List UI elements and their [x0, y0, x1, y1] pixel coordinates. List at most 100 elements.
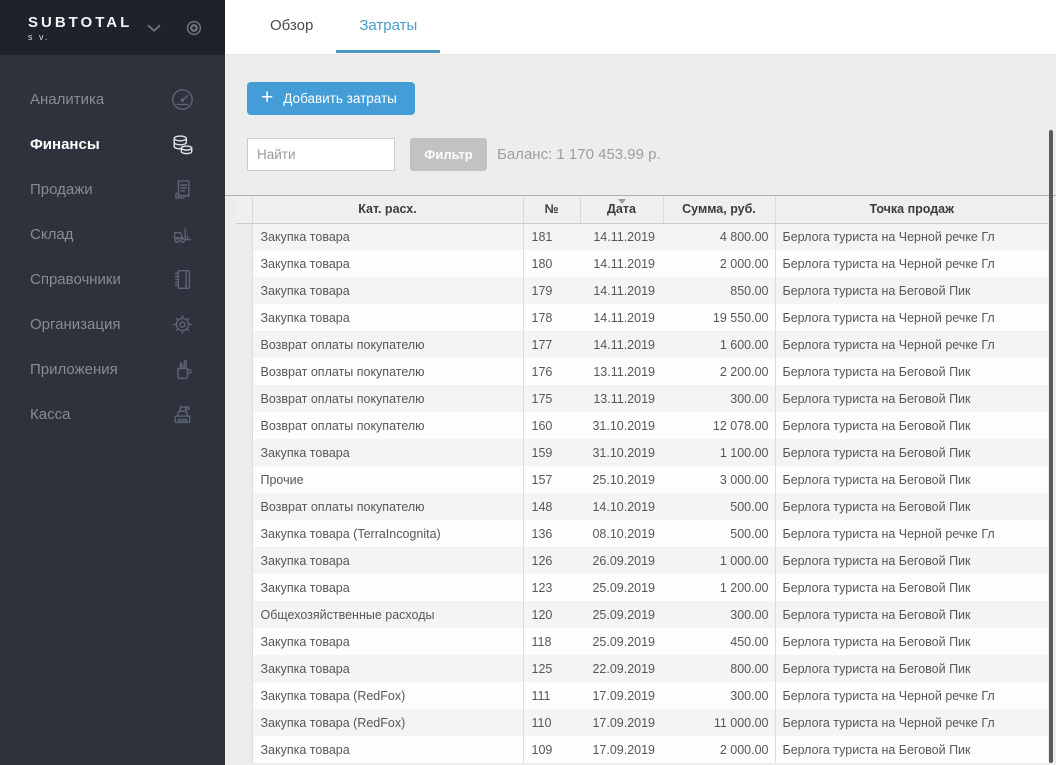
sidebar-item-label: Приложения: [30, 361, 118, 378]
table-row[interactable]: Закупка товара 109 17.09.2019 2 000.00 Берло…: [236, 736, 1048, 763]
vertical-scrollbar[interactable]: [1049, 130, 1053, 763]
cell-cat: Возврат оплаты покупателю: [252, 412, 524, 439]
cell-date: 25.09.2019: [580, 628, 663, 655]
cell-date: 14.11.2019: [580, 331, 663, 358]
cell-num: 160: [523, 412, 580, 439]
target-icon[interactable]: [181, 15, 207, 41]
add-expense-button[interactable]: + Добавить затраты: [247, 82, 415, 115]
table-row[interactable]: Закупка товара 180 14.11.2019 2 000.00 Берло…: [236, 250, 1048, 277]
sidebar-item-label: Касса: [30, 406, 71, 423]
row-gutter-cell: [236, 439, 253, 466]
table-row[interactable]: Прочие 157 25.10.2019 3 000.00 Берлога турис…: [236, 466, 1048, 493]
cell-date: 31.10.2019: [580, 439, 663, 466]
sidebar-item-gauge[interactable]: Аналитика: [0, 77, 225, 122]
cell-cat: Общехозяйственные расходы: [252, 601, 524, 628]
row-gutter-cell: [236, 547, 253, 574]
column-header-date[interactable]: Дата: [580, 196, 664, 224]
cell-cat: Возврат оплаты покупателю: [252, 385, 524, 412]
table-row[interactable]: Закупка товара 123 25.09.2019 1 200.00 Берло…: [236, 574, 1048, 601]
cell-date: 25.09.2019: [580, 601, 663, 628]
table-row[interactable]: Закупка товара (RedFox) 111 17.09.2019 300.…: [236, 682, 1048, 709]
cell-cat: Закупка товара: [252, 736, 524, 763]
cell-sum: 800.00: [663, 655, 776, 682]
cell-num: 148: [523, 493, 580, 520]
table-row[interactable]: Закупка товара 118 25.09.2019 450.00 Берлога…: [236, 628, 1048, 655]
cell-sum: 2 000.00: [663, 250, 776, 277]
cell-cat: Возврат оплаты покупателю: [252, 493, 524, 520]
tab-overview[interactable]: Обзор: [247, 0, 336, 55]
cell-num: 123: [523, 574, 580, 601]
row-gutter-cell: [236, 304, 253, 331]
table-row[interactable]: Возврат оплаты покупателю 160 31.10.2019 12…: [236, 412, 1048, 439]
sidebar-item-gear[interactable]: Организация: [0, 302, 225, 347]
column-header-outlet[interactable]: Точка продаж: [775, 196, 1048, 224]
table-row[interactable]: Закупка товара 181 14.11.2019 4 800.00 Берло…: [236, 223, 1048, 250]
cell-date: 08.10.2019: [580, 520, 663, 547]
cell-outlet: Берлога туриста на Беговой Пик: [775, 493, 1048, 520]
sidebar-item-receipt[interactable]: Продажи: [0, 167, 225, 212]
cell-outlet: Берлога туриста на Беговой Пик: [775, 385, 1048, 412]
cell-date: 17.09.2019: [580, 682, 663, 709]
cell-sum: 3 000.00: [663, 466, 776, 493]
cell-sum: 1 200.00: [663, 574, 776, 601]
table-row[interactable]: Закупка товара 126 26.09.2019 1 000.00 Берло…: [236, 547, 1048, 574]
cell-date: 13.11.2019: [580, 385, 663, 412]
cell-outlet: Берлога туриста на Беговой Пик: [775, 601, 1048, 628]
cell-outlet: Берлога туриста на Черной речке Гл: [775, 682, 1048, 709]
table-row[interactable]: Возврат оплаты покупателю 176 13.11.2019 2 …: [236, 358, 1048, 385]
row-gutter-cell: [236, 331, 253, 358]
table-row[interactable]: Закупка товара 159 31.10.2019 1 100.00 Берло…: [236, 439, 1048, 466]
sidebar-item-coins[interactable]: Финансы: [0, 122, 225, 167]
cell-sum: 1 600.00: [663, 331, 776, 358]
cell-cat: Возврат оплаты покупателю: [252, 331, 524, 358]
sidebar-item-label: Склад: [30, 226, 74, 243]
tab-expenses[interactable]: Затраты: [336, 0, 441, 55]
table-row[interactable]: Закупка товара 179 14.11.2019 850.00 Берлога…: [236, 277, 1048, 304]
cell-outlet: Берлога туриста на Беговой Пик: [775, 655, 1048, 682]
table-row[interactable]: Общехозяйственные расходы 120 25.09.2019 30…: [236, 601, 1048, 628]
cell-outlet: Берлога туриста на Черной речке Гл: [775, 223, 1048, 250]
table-row[interactable]: Закупка товара 178 14.11.2019 19 550.00 Берл…: [236, 304, 1048, 331]
cell-sum: 2 200.00: [663, 358, 776, 385]
cell-cat: Закупка товара: [252, 277, 524, 304]
chevron-down-icon[interactable]: [141, 15, 167, 41]
sidebar-item-forklift[interactable]: Склад: [0, 212, 225, 257]
table-row[interactable]: Закупка товара (RedFox) 110 17.09.2019 11 0…: [236, 709, 1048, 736]
cell-date: 31.10.2019: [580, 412, 663, 439]
cell-sum: 300.00: [663, 601, 776, 628]
cell-num: 110: [523, 709, 580, 736]
filter-button[interactable]: Фильтр: [410, 138, 487, 171]
cell-num: 159: [523, 439, 580, 466]
column-header-num[interactable]: №: [523, 196, 581, 224]
search-input[interactable]: [247, 138, 395, 171]
cell-outlet: Берлога туриста на Беговой Пик: [775, 412, 1048, 439]
sidebar-header: SUBTOTAL s v.: [0, 0, 225, 55]
row-gutter-cell: [236, 520, 253, 547]
table-header-row: Кат. расх. № Дата Сумма, руб. Точка продаж: [236, 196, 1048, 224]
sidebar-item-label: Справочники: [30, 271, 121, 288]
gear-icon: [167, 310, 197, 340]
table-row[interactable]: Закупка товара (TerraIncognita) 136 08.10.…: [236, 520, 1048, 547]
table-row[interactable]: Закупка товара 125 22.09.2019 800.00 Берлога…: [236, 655, 1048, 682]
cell-outlet: Берлога туриста на Черной речке Гл: [775, 520, 1048, 547]
cell-outlet: Берлога туриста на Беговой Пик: [775, 358, 1048, 385]
cell-outlet: Берлога туриста на Черной речке Гл: [775, 304, 1048, 331]
sidebar-item-notebook[interactable]: Справочники: [0, 257, 225, 302]
sidebar-item-pencil-cup[interactable]: Приложения: [0, 347, 225, 392]
cell-outlet: Берлога туриста на Черной речке Гл: [775, 709, 1048, 736]
table-row[interactable]: Возврат оплаты покупателю 177 14.11.2019 1 …: [236, 331, 1048, 358]
table-row[interactable]: Возврат оплаты покупателю 175 13.11.2019 30…: [236, 385, 1048, 412]
sidebar-item-label: Финансы: [30, 136, 100, 153]
coins-icon: [167, 130, 197, 160]
row-gutter-cell: [236, 736, 253, 763]
column-header-cat[interactable]: Кат. расх.: [252, 196, 524, 224]
receipt-icon: [167, 175, 197, 205]
cell-sum: 1 000.00: [663, 547, 776, 574]
column-header-sum[interactable]: Сумма, руб.: [663, 196, 776, 224]
cell-date: 13.11.2019: [580, 358, 663, 385]
cell-num: 136: [523, 520, 580, 547]
cell-cat: Закупка товара: [252, 304, 524, 331]
sidebar-item-cash-register[interactable]: Касса: [0, 392, 225, 437]
cell-cat: Закупка товара: [252, 628, 524, 655]
table-row[interactable]: Возврат оплаты покупателю 148 14.10.2019 50…: [236, 493, 1048, 520]
